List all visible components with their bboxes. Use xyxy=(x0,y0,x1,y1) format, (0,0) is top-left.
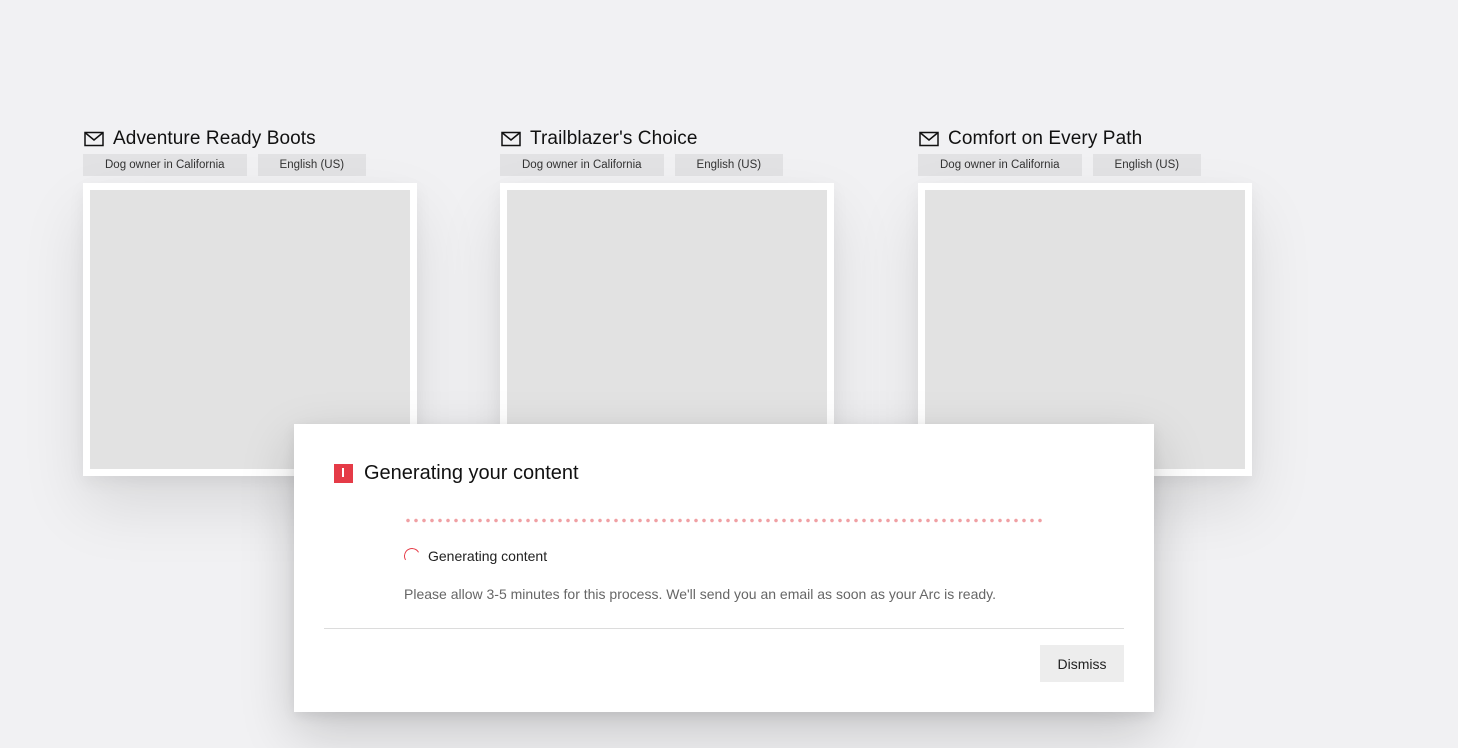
mail-icon xyxy=(919,131,939,147)
audience-tag: Dog owner in California xyxy=(83,154,247,176)
audience-tag: Dog owner in California xyxy=(918,154,1082,176)
card-title: Comfort on Every Path xyxy=(948,128,1143,149)
card-tags: Dog owner in California English (US) xyxy=(918,154,1252,176)
generating-modal: Generating your content Generating conte… xyxy=(294,424,1154,712)
status-text: Generating content xyxy=(428,548,548,564)
card-header: Adventure Ready Boots xyxy=(84,128,417,150)
modal-title: Generating your content xyxy=(364,462,579,484)
card-tags: Dog owner in California English (US) xyxy=(83,154,417,176)
spinner-icon xyxy=(402,546,422,566)
language-tag: English (US) xyxy=(257,154,367,176)
card-tags: Dog owner in California English (US) xyxy=(500,154,834,176)
card-header: Comfort on Every Path xyxy=(919,128,1252,150)
modal-divider xyxy=(324,628,1124,629)
process-note: Please allow 3-5 minutes for this proces… xyxy=(404,586,996,602)
audience-tag: Dog owner in California xyxy=(500,154,664,176)
status-row: Generating content xyxy=(402,546,548,566)
dismiss-button[interactable]: Dismiss xyxy=(1040,645,1124,682)
card-header: Trailblazer's Choice xyxy=(501,128,834,150)
mail-icon xyxy=(501,131,521,147)
alert-icon xyxy=(334,464,353,483)
progress-indicator xyxy=(404,518,1044,523)
mail-icon xyxy=(84,131,104,147)
card-title: Adventure Ready Boots xyxy=(113,128,316,149)
language-tag: English (US) xyxy=(1092,154,1202,176)
card-title: Trailblazer's Choice xyxy=(530,128,698,149)
modal-header: Generating your content xyxy=(334,462,579,485)
language-tag: English (US) xyxy=(674,154,784,176)
